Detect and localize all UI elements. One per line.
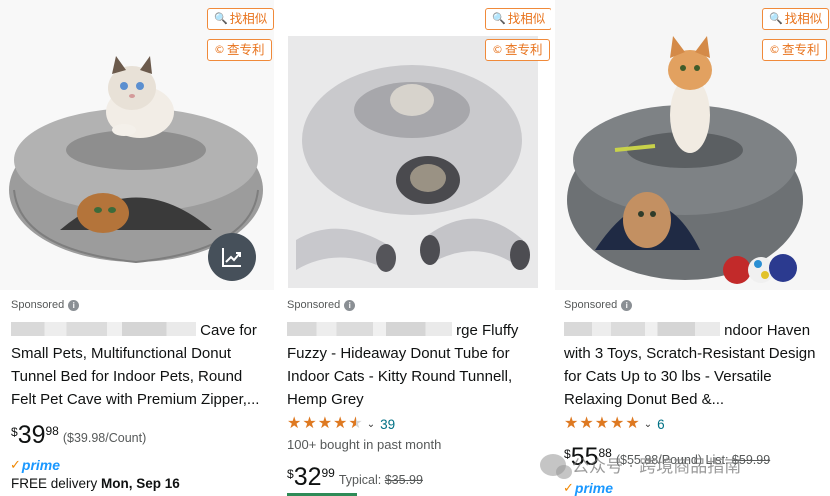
prime-check-icon: ✓: [563, 480, 574, 495]
chevron-down-icon[interactable]: ⌄: [367, 419, 375, 430]
check-patent-button[interactable]: © 查专利: [762, 39, 827, 61]
check-patent-button[interactable]: © 查专利: [207, 39, 272, 61]
product-title[interactable]: ndoor Haven with 3 Toys, Scratch-Resista…: [564, 319, 826, 411]
star-icon: ★: [317, 415, 333, 432]
review-count[interactable]: 6: [657, 417, 665, 432]
chevron-down-icon[interactable]: ⌄: [644, 419, 652, 430]
product-card-2[interactable]: 🔍 找相似 © 查专利 Sponsored i rge Fluffy Fuzzy…: [278, 0, 551, 496]
sponsored-label[interactable]: Sponsored i: [11, 299, 80, 311]
info-icon[interactable]: i: [344, 299, 356, 311]
half-star-icon: ★: [348, 415, 363, 432]
find-similar-button[interactable]: 🔍 找相似: [485, 8, 551, 30]
prime-check-icon: ✓: [10, 457, 21, 472]
find-similar-button[interactable]: 🔍 找相似: [207, 8, 274, 30]
patent-icon: ©: [769, 43, 780, 56]
product-price[interactable]: $ 39 98 ($39.98/Count): [11, 422, 146, 448]
sponsored-label[interactable]: Sponsored i: [287, 299, 356, 311]
sponsored-label[interactable]: Sponsored i: [564, 299, 633, 311]
patent-icon: ©: [492, 43, 503, 56]
star-icon: ★: [579, 415, 594, 432]
bought-in-past-month: 100+ bought in past month: [287, 437, 442, 452]
product-title[interactable]: rge Fluffy Fuzzy - Hideaway Donut Tube f…: [287, 319, 549, 411]
patent-icon: ©: [214, 43, 225, 56]
redacted-title-blur: [564, 322, 720, 336]
star-icon: ★: [333, 415, 348, 432]
product-price[interactable]: $ 32 99 Typical: $35.99: [287, 464, 423, 490]
rating-stars[interactable]: ★ ★ ★ ★ ★ ⌄ 6: [564, 416, 665, 432]
search-icon: 🔍: [492, 12, 506, 25]
star-icon: ★: [302, 415, 317, 432]
product-title[interactable]: Cave for Small Pets, Multifunctional Don…: [11, 319, 271, 411]
star-icon: ★: [625, 415, 640, 432]
trend-chart-icon: [222, 248, 241, 267]
redacted-title-blur: [11, 322, 196, 336]
star-icon: ★: [610, 415, 625, 432]
star-icon: ★: [287, 415, 302, 432]
wechat-logo-icon: [540, 453, 572, 479]
prime-badge: ✓ prime: [563, 480, 614, 496]
product-card-3[interactable]: 🔍 找相似 © 查专利 Sponsored i ndoor Haven with…: [555, 0, 830, 496]
star-icon: ★: [594, 415, 610, 432]
find-similar-button[interactable]: 🔍 找相似: [762, 8, 830, 30]
info-icon[interactable]: i: [621, 299, 633, 311]
info-icon[interactable]: i: [68, 299, 80, 311]
star-icon: ★: [564, 415, 579, 432]
delivery-info: FREE delivery Mon, Sep 16: [11, 476, 180, 491]
prime-badge: ✓ prime: [10, 457, 61, 473]
wechat-watermark: 公众号 · 跨境商品指南: [540, 452, 741, 479]
review-count[interactable]: 39: [380, 417, 395, 432]
rating-stars[interactable]: ★ ★ ★ ★ ★ ⌄ 39: [287, 416, 395, 432]
search-icon: 🔍: [214, 12, 228, 25]
check-patent-button[interactable]: © 查专利: [485, 39, 550, 61]
product-card-1[interactable]: 🔍 找相似 © 查专利 Sponsored i Cave for Small P…: [0, 0, 274, 496]
search-icon: 🔍: [769, 12, 783, 25]
typical-price: Typical: $35.99: [338, 473, 423, 487]
price-trend-button[interactable]: [208, 233, 256, 281]
redacted-title-blur: [287, 322, 452, 336]
